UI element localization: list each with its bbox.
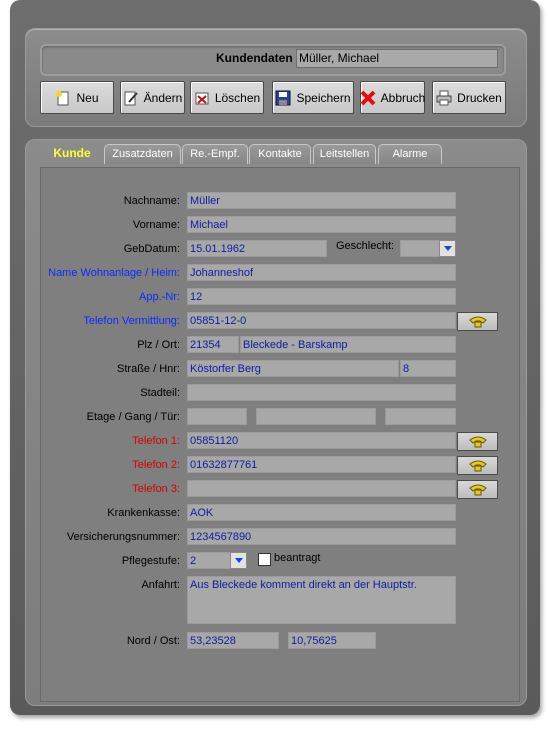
krankenkasse-field[interactable]: AOK (187, 504, 456, 521)
phone-icon (468, 316, 487, 327)
koordinaten-label: Nord / Ost: (126, 635, 180, 647)
cancel-icon (360, 90, 376, 106)
pflegestufe-label: Pflegestufe: (121, 555, 180, 567)
new-button-label: Neu (76, 90, 99, 105)
plz-field[interactable]: 21354 (187, 336, 239, 353)
strasse-label: Straße / Hnr: (117, 363, 180, 375)
tab-re-empf[interactable]: Re.-Empf. (182, 144, 248, 164)
printer-icon (436, 90, 452, 106)
customer-name-display: Müller, Michael (296, 49, 498, 68)
etage-label: Etage / Gang / Tür: (86, 411, 180, 423)
tel-vermittlung-label: Telefon Vermittlung: (83, 315, 180, 327)
delete-button-label: Löschen (214, 90, 261, 105)
save-button-label: Speichern (296, 90, 351, 105)
chevron-down-icon (443, 246, 452, 251)
cancel-button-label: Abbruch (380, 90, 426, 105)
tab-kunde[interactable]: Kunde (46, 144, 98, 163)
versicherungsnummer-label: Versicherungsnummer: (66, 531, 180, 543)
tab-alarme[interactable]: Alarme (378, 144, 442, 164)
cancel-button[interactable]: Abbruch (360, 81, 425, 114)
nachname-field[interactable]: Müller (187, 192, 456, 209)
edit-button-label: Ändern (143, 90, 183, 105)
dial-telefon1-button[interactable] (457, 432, 498, 451)
phone-icon (468, 460, 487, 471)
appnr-field[interactable]: 12 (187, 288, 456, 305)
dial-vermittlung-button[interactable] (457, 312, 498, 331)
geschlecht-dropdown-button[interactable] (439, 240, 456, 257)
delete-icon (194, 90, 210, 106)
telefon3-field[interactable] (187, 480, 456, 497)
tab-zusatzdaten[interactable]: Zusatzdaten (104, 144, 181, 164)
gang-field[interactable] (256, 408, 376, 425)
edit-icon (123, 90, 139, 106)
anfahrt-textarea[interactable]: Aus Bleckede komment direkt an der Haupt… (187, 576, 456, 624)
dial-telefon2-button[interactable] (457, 456, 498, 475)
title-label: Kundendaten (216, 51, 293, 65)
stadtteil-field[interactable] (187, 384, 456, 401)
telefon3-label: Telefon 3: (132, 483, 180, 495)
save-icon (275, 90, 291, 106)
edit-button[interactable]: Ändern (120, 81, 185, 114)
telefon2-label: Telefon 2: (132, 459, 180, 471)
nachname-label: Nachname: (123, 195, 180, 207)
appnr-label: App.-Nr: (139, 291, 180, 303)
new-doc-icon (55, 90, 71, 106)
telefon2-field[interactable]: 01632877761 (187, 456, 456, 473)
plz-ort-label: Plz / Ort: (137, 339, 180, 351)
stadtteil-label: Stadteil: (140, 387, 180, 399)
beantragt-checkbox[interactable] (258, 553, 271, 566)
anfahrt-label: Anfahrt: (141, 579, 180, 591)
telefon1-field[interactable]: 05851120 (187, 432, 456, 449)
print-button[interactable]: Drucken (432, 81, 506, 114)
hausnummer-field[interactable]: 8 (400, 360, 456, 377)
wohnanlage-label: Name Wohnanlage / Heim: (48, 267, 180, 279)
krankenkasse-label: Krankenkasse: (107, 507, 180, 519)
tab-kontakte[interactable]: Kontakte (249, 144, 311, 164)
dial-telefon3-button[interactable] (457, 480, 498, 499)
etage-field[interactable] (187, 408, 247, 425)
tuer-field[interactable] (385, 408, 456, 425)
new-button[interactable]: Neu (40, 81, 114, 114)
tab-leitstellen[interactable]: Leitstellen (313, 144, 376, 164)
save-button[interactable]: Speichern (272, 81, 354, 114)
chevron-down-icon (234, 558, 243, 563)
geschlecht-label: Geschlecht: (336, 240, 395, 252)
wohnanlage-field[interactable]: Johanneshof (187, 264, 456, 281)
tel-vermittlung-field[interactable]: 05851-12-0 (187, 312, 456, 329)
nord-field[interactable]: 53,23528 (187, 632, 279, 649)
vorname-field[interactable]: Michael (187, 216, 456, 233)
phone-icon (468, 484, 487, 495)
phone-icon (468, 436, 487, 447)
versicherungsnummer-field[interactable]: 1234567890 (187, 528, 456, 545)
gebdatum-field[interactable]: 15.01.1962 (187, 240, 327, 257)
gebdatum-label: GebDatum: (123, 243, 180, 255)
ost-field[interactable]: 10,75625 (288, 632, 376, 649)
telefon1-label: Telefon 1: (132, 435, 180, 447)
vorname-label: Vorname: (132, 219, 180, 231)
print-button-label: Drucken (457, 90, 502, 105)
ort-field[interactable]: Bleckede - Barskamp (240, 336, 456, 353)
delete-button[interactable]: Löschen (190, 81, 264, 114)
strasse-field[interactable]: Köstorfer Berg (187, 360, 399, 377)
beantragt-label: beantragt (274, 552, 321, 564)
pflegestufe-dropdown-button[interactable] (230, 552, 247, 569)
